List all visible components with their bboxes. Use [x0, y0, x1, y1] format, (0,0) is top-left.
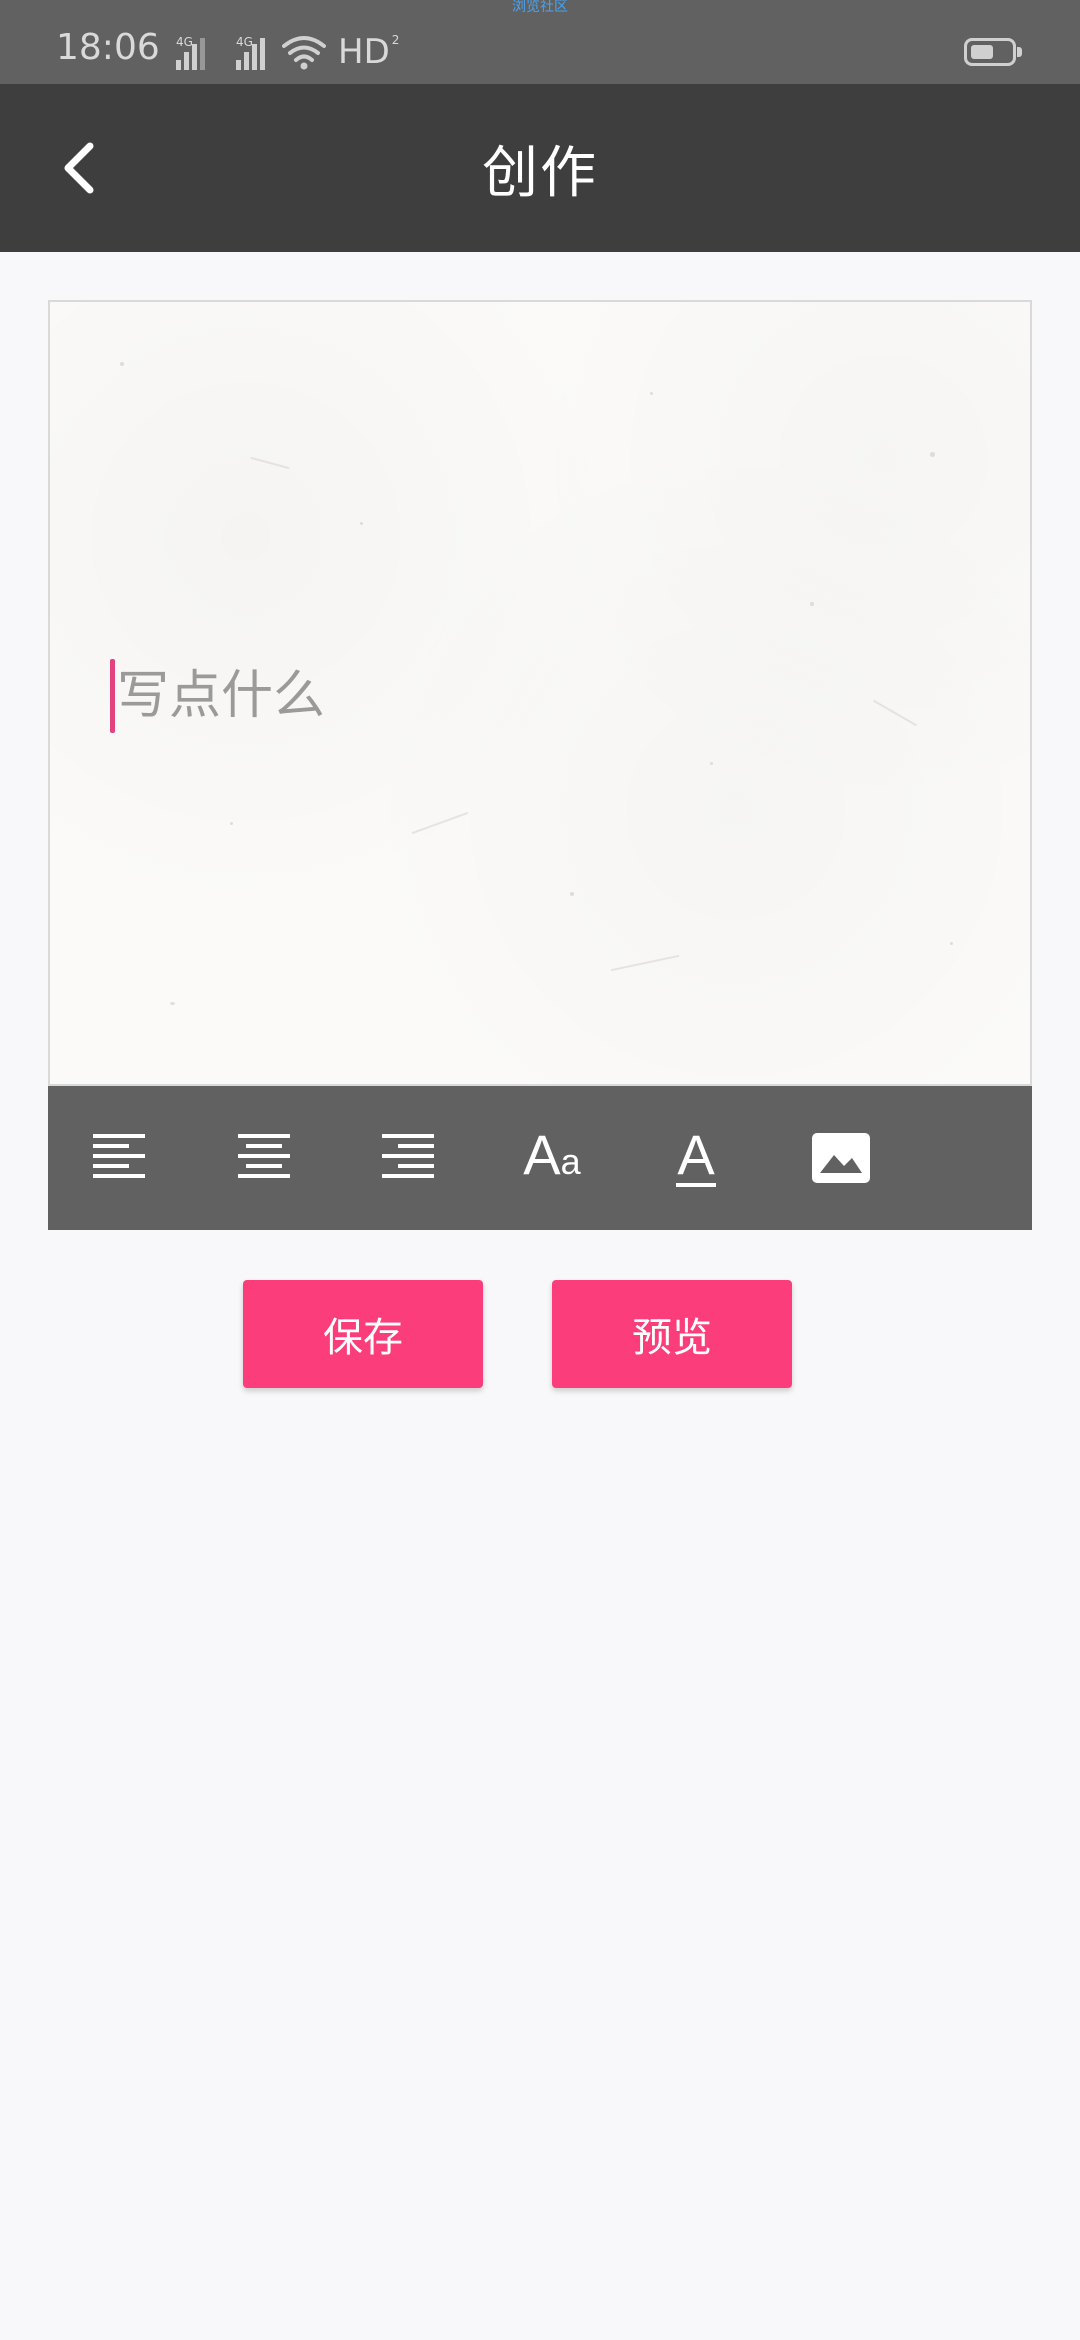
editor-placeholder: 写点什么 — [117, 666, 326, 726]
font-size-sub: a — [560, 1140, 581, 1182]
status-time: 18:06 — [56, 27, 160, 68]
signal-icon: 4G — [176, 36, 210, 70]
align-left-icon — [93, 1134, 145, 1178]
insert-image-button[interactable] — [803, 1120, 879, 1196]
align-right-button[interactable] — [370, 1120, 446, 1196]
text-input[interactable]: 写点什么 — [110, 658, 325, 734]
hd-icon: HD 2 — [338, 34, 399, 70]
signal-label: 4G — [236, 35, 253, 49]
font-size-icon: Aa — [523, 1126, 581, 1190]
font-color-label: A — [677, 1123, 715, 1186]
hd-sub: 2 — [391, 33, 400, 47]
align-right-icon — [382, 1134, 434, 1178]
status-bar: 浏览社区 18:06 4G 4G HD 2 — [0, 0, 1080, 84]
title-bar: 创作 — [0, 84, 1080, 252]
font-size-label: A — [523, 1122, 561, 1186]
align-left-button[interactable] — [81, 1120, 157, 1196]
status-icons: 4G 4G HD 2 — [176, 30, 399, 70]
font-color-icon: A — [676, 1123, 716, 1187]
text-cursor — [110, 659, 115, 733]
page-title: 创作 — [482, 140, 598, 206]
back-button[interactable] — [40, 128, 120, 208]
preview-button[interactable]: 预览 — [552, 1280, 792, 1388]
screen: 浏览社区 18:06 4G 4G HD 2 创作 写点什么 Aa A 保存 预览 — [0, 0, 1080, 2340]
save-button[interactable]: 保存 — [243, 1280, 483, 1388]
hd-label: HD — [338, 32, 390, 72]
align-center-icon — [238, 1134, 290, 1178]
editor-area[interactable]: 写点什么 — [48, 300, 1032, 1086]
signal-icon: 4G — [236, 36, 270, 70]
format-toolbar: Aa A — [48, 1086, 1032, 1230]
wifi-icon — [282, 36, 326, 70]
image-icon — [812, 1133, 870, 1183]
font-color-button[interactable]: A — [658, 1120, 734, 1196]
align-center-button[interactable] — [226, 1120, 302, 1196]
chevron-left-icon — [64, 142, 94, 194]
battery-icon — [964, 38, 1022, 66]
top-hint: 浏览社区 — [512, 0, 568, 15]
font-size-button[interactable]: Aa — [514, 1120, 590, 1196]
signal-label: 4G — [176, 35, 193, 49]
